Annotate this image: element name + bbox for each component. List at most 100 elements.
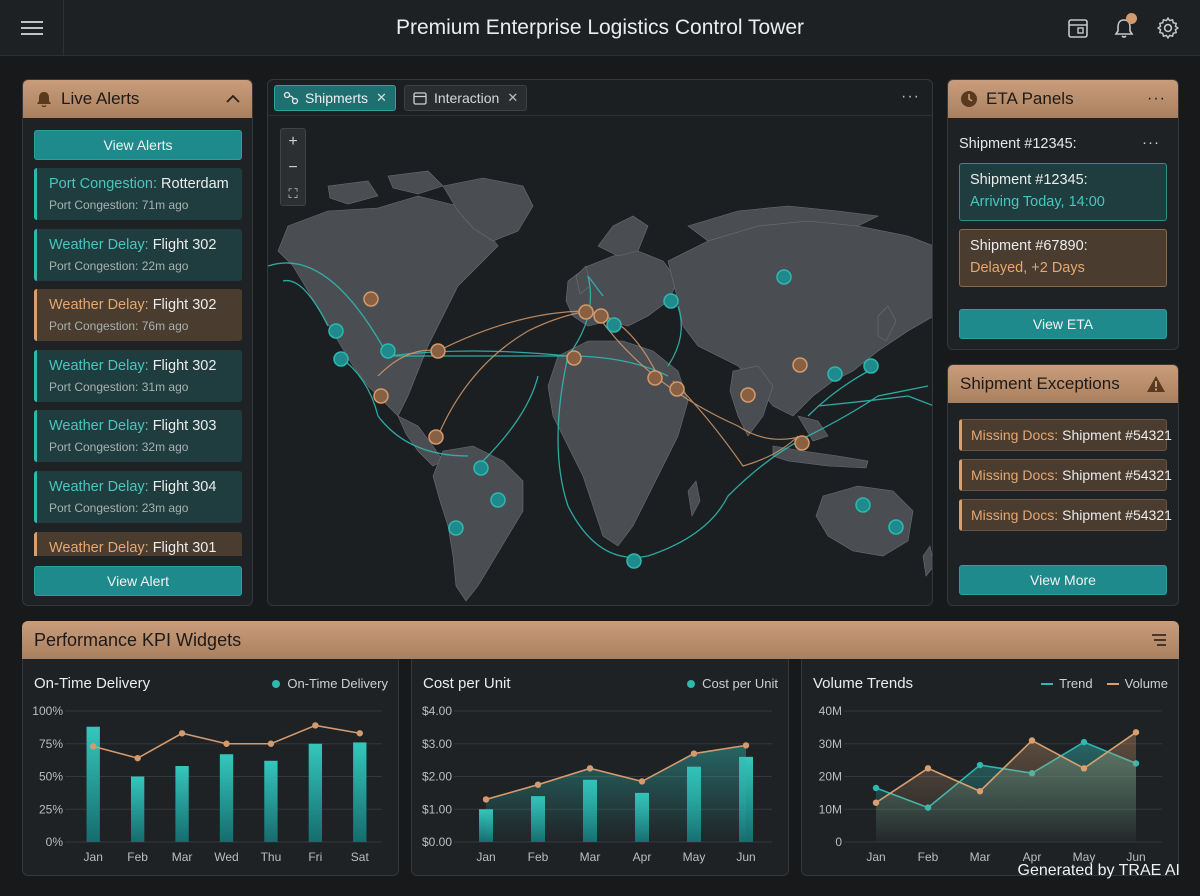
data-point: [223, 740, 230, 747]
x-tick-label: Jan: [476, 850, 495, 864]
alert-subject: Flight 303: [152, 418, 217, 435]
world-map[interactable]: [268, 116, 933, 606]
on-time-delivery-card: On-Time Delivery On-Time Delivery 0% 25% 5…: [22, 659, 399, 876]
bar: [219, 754, 234, 842]
zoom-out-button[interactable]: −: [281, 155, 305, 181]
alert-item[interactable]: Weather Delay: Flight 304 Port Congestion…: [34, 470, 242, 523]
alert-title: Weather Delay: Flight 302: [49, 297, 232, 313]
eta-card[interactable]: Shipment #12345: Arriving Today, 14:00: [959, 163, 1167, 221]
data-point: [742, 742, 750, 749]
map-tabs: Shipmerts ✕ Interaction ✕: [268, 80, 932, 116]
notification-badge: [1126, 13, 1137, 24]
eta-shipment: Shipment #67890:: [970, 238, 1088, 254]
view-eta-button[interactable]: View ETA: [959, 309, 1167, 339]
alert-item[interactable]: Port Congestion: Rotterdam Port Congestio…: [34, 168, 242, 220]
data-point: [267, 740, 275, 747]
close-icon[interactable]: ✕: [507, 90, 518, 106]
alert-detail: Port Congestion: 23m ago: [49, 500, 189, 515]
chevron-up-icon[interactable]: [226, 94, 240, 104]
y-tick-label: $0.00: [422, 835, 452, 849]
alert-item[interactable]: Weather Delay: Flight 302 Port Congestion…: [34, 349, 242, 402]
gear-icon: [1157, 17, 1179, 39]
clock-icon: [961, 91, 977, 107]
alert-type: Port Congestion:: [49, 176, 158, 192]
alert-title: Weather Delay: Flight 304: [49, 479, 232, 495]
alert-title: Weather Delay: Flight 303: [49, 418, 232, 434]
cost-per-unit-card: Cost per Unit Cost per Unit $0.00 $1.00 $2…: [411, 659, 789, 876]
y-tick-label: $1.00: [422, 802, 452, 816]
alert-subject: Flight 302: [152, 236, 217, 253]
more-icon[interactable]: ···: [1142, 134, 1160, 151]
view-alert-button[interactable]: View Alert: [34, 566, 242, 596]
y-tick-label: 30M: [819, 737, 842, 751]
eta-panel: ETA Panels ··· Shipment #12345: ··· Ship…: [947, 79, 1179, 350]
settings-button[interactable]: [1154, 14, 1182, 42]
close-icon[interactable]: ✕: [376, 90, 387, 106]
more-icon[interactable]: ···: [901, 88, 920, 106]
alert-title: Port Congestion: Rotterdam: [49, 176, 232, 192]
eta-subheading: Shipment #12345:: [959, 136, 1077, 152]
menu-button[interactable]: [0, 0, 64, 56]
data-point: [976, 788, 984, 795]
alert-title: Weather Delay: Flight 302: [49, 358, 232, 374]
eta-card[interactable]: Shipment #67890: Delayed, +2 Days: [959, 229, 1167, 287]
data-point: [90, 743, 97, 750]
x-tick-label: Wed: [214, 850, 238, 864]
data-point: [1080, 765, 1088, 772]
data-point: [356, 730, 363, 737]
x-tick-label: Apr: [633, 850, 652, 864]
exception-item[interactable]: Missing Docs: Shipment #54321: [959, 419, 1172, 451]
more-icon[interactable]: ···: [1147, 90, 1166, 108]
alert-item[interactable]: Weather Delay: Flight 301: [34, 531, 242, 556]
zoom-controls: + − ⛶: [280, 128, 306, 206]
data-point: [482, 796, 490, 803]
panel-title: ETA Panels: [986, 89, 1074, 108]
kpi-header: Performance KPI Widgets: [22, 621, 1179, 659]
filter-icon[interactable]: [1151, 632, 1167, 648]
y-tick-label: 75%: [39, 737, 63, 751]
x-tick-label: Feb: [127, 850, 148, 864]
alert-type: Weather Delay:: [49, 418, 149, 435]
fit-screen-icon[interactable]: ⛶: [281, 181, 305, 207]
tab-interaction[interactable]: Interaction ✕: [403, 84, 528, 111]
x-tick-label: Jan: [866, 850, 885, 864]
notifications-button[interactable]: [1110, 13, 1138, 42]
alert-item[interactable]: Weather Delay: Flight 302 Port Congestion…: [34, 289, 242, 342]
data-point: [134, 754, 141, 762]
data-point: [872, 799, 880, 806]
exception-item[interactable]: Missing Docs: Shipment #54321: [959, 499, 1172, 531]
exception-type: Missing Docs:: [971, 427, 1059, 443]
calendar-button[interactable]: [1064, 14, 1092, 42]
alert-subject: Rotterdam: [161, 176, 229, 192]
y-tick-label: $3.00: [422, 737, 452, 751]
y-tick-label: 0: [835, 835, 842, 849]
zoom-in-button[interactable]: +: [281, 129, 305, 155]
bar: [353, 742, 367, 842]
alert-detail: Port Congestion: 31m ago: [49, 379, 189, 394]
tab-shipments[interactable]: Shipmerts ✕: [274, 84, 396, 111]
tab-label: Interaction: [433, 89, 500, 106]
alert-item[interactable]: Weather Delay: Flight 303 Port Congestion…: [34, 410, 242, 463]
app-title: Premium Enterprise Logistics Control Tow…: [395, 16, 805, 39]
data-point: [638, 778, 646, 785]
alert-title: Weather Delay: Flight 301: [49, 540, 232, 556]
cost-per-unit-chart: $0.00 $1.00 $2.00 $3.00 $4.00 Jan Feb Mar Apr May…: [422, 704, 772, 864]
view-more-button[interactable]: View More: [959, 565, 1167, 595]
view-alerts-button[interactable]: View Alerts: [34, 130, 242, 160]
alert-type: Weather Delay:: [49, 236, 149, 253]
alert-item[interactable]: Weather Delay: Flight 302 Port Congestion…: [34, 228, 242, 281]
map-panel: Shipmerts ✕ Interaction ✕ ··· + − ⛶: [267, 79, 933, 606]
calendar-icon: [1068, 19, 1088, 38]
eta-shipment: Shipment #12345:: [970, 172, 1088, 188]
volume-trends-card: Volume Trends Trend Volume 0 10M 20M 30M 40M…: [801, 659, 1179, 876]
x-tick-label: Fri: [308, 850, 322, 864]
data-point: [312, 722, 319, 729]
alert-type: Weather Delay:: [49, 297, 149, 314]
exception-type: Missing Docs:: [971, 507, 1059, 523]
alert-subject: Flight 301: [152, 539, 217, 556]
y-tick-label: 40M: [819, 704, 842, 718]
eta-status: Arriving Today, 14:00: [970, 194, 1105, 210]
exception-item[interactable]: Missing Docs: Shipment #54321: [959, 459, 1172, 491]
alert-type: Weather Delay:: [49, 478, 149, 495]
x-tick-label: May: [683, 850, 706, 864]
